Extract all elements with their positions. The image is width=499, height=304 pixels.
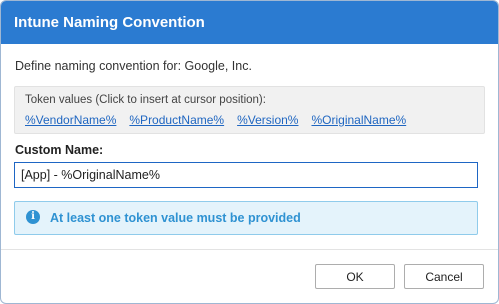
- custom-name-input[interactable]: [14, 162, 478, 188]
- custom-name-label: Custom Name:: [15, 143, 104, 157]
- naming-convention-dialog: Intune Naming Convention Define naming c…: [0, 0, 499, 304]
- token-original-name-link[interactable]: %OriginalName%: [311, 113, 406, 127]
- naming-description: Define naming convention for: Google, In…: [15, 59, 252, 73]
- cancel-button[interactable]: Cancel: [404, 264, 484, 289]
- token-values-caption: Token values (Click to insert at cursor …: [25, 94, 266, 106]
- token-vendor-name-link[interactable]: %VendorName%: [25, 113, 116, 127]
- token-product-name-link[interactable]: %ProductName%: [129, 113, 224, 127]
- footer-divider: [1, 249, 498, 250]
- info-message: At least one token value must be provide…: [50, 211, 301, 225]
- token-links: %VendorName% %ProductName% %Version% %Or…: [25, 113, 406, 127]
- token-version-link[interactable]: %Version%: [237, 113, 298, 127]
- token-values-panel: Token values (Click to insert at cursor …: [14, 86, 485, 134]
- ok-button[interactable]: OK: [315, 264, 395, 289]
- info-banner: i At least one token value must be provi…: [14, 201, 478, 235]
- info-icon: i: [26, 210, 40, 224]
- dialog-title: Intune Naming Convention: [1, 1, 498, 44]
